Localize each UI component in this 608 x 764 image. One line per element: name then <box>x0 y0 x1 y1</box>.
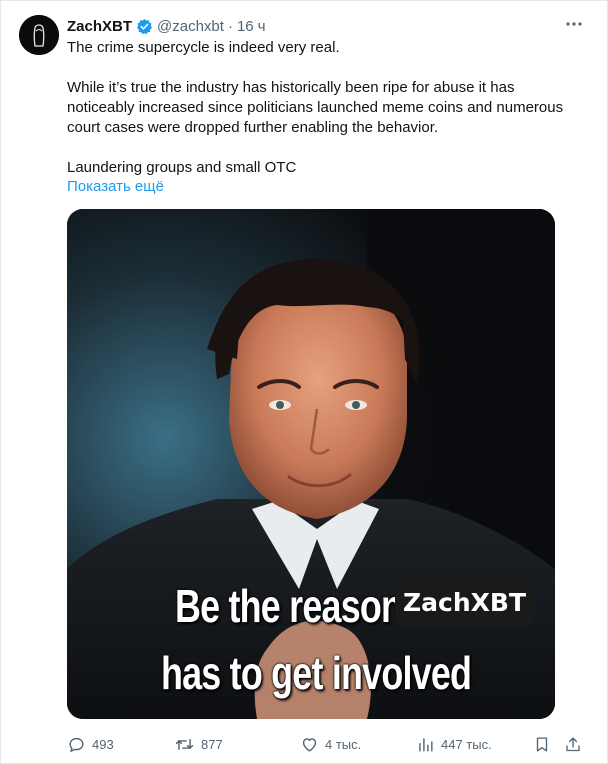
tweet-paragraph-3: Laundering groups and small OTC <box>67 159 297 176</box>
tweet-paragraph-2: While it’s true the industry has histori… <box>67 79 564 136</box>
verified-badge-icon <box>136 18 153 35</box>
tweet-media-image[interactable]: Be the reason ZachXBT has to get involve… <box>67 209 555 719</box>
tweet-timestamp[interactable]: 16 ч <box>237 18 266 35</box>
repost-count: 877 <box>201 736 223 752</box>
meme-caption-line-2: has to get involved <box>161 647 472 699</box>
separator-dot: · <box>227 17 233 35</box>
meme-photo <box>67 209 555 719</box>
more-options-button[interactable] <box>562 14 586 34</box>
author-name[interactable]: ZachXBT <box>67 18 132 35</box>
meme-caption-name: ZachXBT <box>395 580 534 626</box>
reply-icon <box>69 737 84 752</box>
more-horizontal-icon <box>566 22 582 26</box>
reply-button[interactable]: 493 <box>67 733 114 755</box>
share-button[interactable] <box>564 733 582 755</box>
tweet-text: The crime supercycle is indeed very real… <box>67 38 572 178</box>
bookmark-button[interactable] <box>533 733 551 755</box>
like-count: 4 тыс. <box>325 736 362 752</box>
repost-icon <box>175 738 194 750</box>
tweet-header: ZachXBT @zachxbt · 16 ч <box>67 16 266 36</box>
share-icon <box>566 736 580 751</box>
reply-count: 493 <box>92 736 114 752</box>
author-handle[interactable]: @zachxbt <box>157 18 224 35</box>
views-button[interactable]: 447 тыс. <box>416 733 492 755</box>
avatar[interactable] <box>19 15 59 55</box>
repost-button[interactable]: 877 <box>174 733 223 755</box>
avatar-figure-icon <box>19 15 59 55</box>
tweet-actions: 493 877 4 тыс. 447 тыс. <box>67 733 585 755</box>
show-more-link[interactable]: Показать ещё <box>67 177 164 197</box>
tweet-line-1: The crime supercycle is indeed very real… <box>67 39 340 56</box>
like-button[interactable]: 4 тыс. <box>300 733 361 755</box>
bookmark-icon <box>536 736 548 752</box>
views-count: 447 тыс. <box>441 736 492 752</box>
heart-icon <box>302 737 317 752</box>
views-chart-icon <box>419 737 433 752</box>
